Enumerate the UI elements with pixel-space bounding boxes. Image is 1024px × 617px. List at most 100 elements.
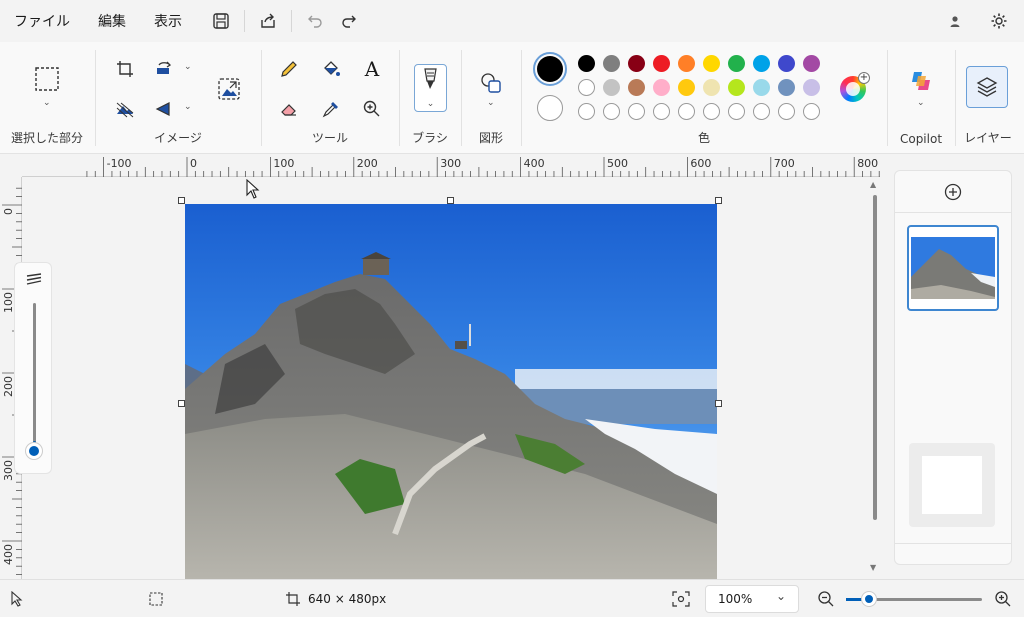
resize-image-icon[interactable] xyxy=(214,74,244,104)
flip-icon[interactable] xyxy=(150,94,180,124)
shapes-group: ⌄ 図形 xyxy=(462,42,520,154)
brush-size-slider[interactable] xyxy=(14,262,52,474)
color-swatch[interactable] xyxy=(728,55,745,72)
share-icon[interactable] xyxy=(251,4,285,38)
resize-handle-top-right[interactable] xyxy=(715,197,722,204)
copilot-icon[interactable] xyxy=(906,66,936,96)
crop-icon[interactable] xyxy=(110,54,140,84)
layers-icon xyxy=(976,77,998,97)
primary-color-swatch xyxy=(537,56,563,82)
rotate-icon[interactable] xyxy=(150,54,180,84)
color-swatch[interactable] xyxy=(603,79,620,96)
color-swatch[interactable] xyxy=(753,55,770,72)
color-swatch[interactable] xyxy=(578,55,595,72)
zoom-out-icon[interactable] xyxy=(817,590,835,611)
scroll-up-icon[interactable]: ▲ xyxy=(870,180,876,189)
eraser-icon[interactable] xyxy=(274,94,304,124)
resize-handle-top[interactable] xyxy=(447,197,454,204)
chevron-down-icon: ⌄ xyxy=(426,99,435,109)
chevron-down-icon[interactable]: ⌄ xyxy=(184,102,192,112)
color-swatch[interactable] xyxy=(678,79,695,96)
copilot-group: ⌄ Copilot xyxy=(888,42,954,154)
custom-color-slot[interactable] xyxy=(703,103,720,120)
magnifier-icon[interactable] xyxy=(357,94,387,124)
custom-color-slot[interactable] xyxy=(728,103,745,120)
ruler-label: 100 xyxy=(273,157,294,170)
color-swatch[interactable] xyxy=(678,55,695,72)
ruler-label: 300 xyxy=(440,157,461,170)
layer-thumbnail-photo[interactable] xyxy=(907,225,999,311)
color-picker-icon[interactable] xyxy=(316,94,346,124)
canvas-area[interactable] xyxy=(22,177,870,579)
chevron-down-icon[interactable]: ⌄ xyxy=(184,62,192,72)
pencil-icon[interactable] xyxy=(274,54,304,84)
custom-color-slot[interactable] xyxy=(653,103,670,120)
color-swatch[interactable] xyxy=(728,79,745,96)
custom-color-slot[interactable] xyxy=(578,103,595,120)
color-swatch[interactable] xyxy=(628,55,645,72)
menu-file[interactable]: ファイル xyxy=(0,0,84,42)
shapes-group-label: 図形 xyxy=(478,131,503,145)
fit-to-window-icon[interactable] xyxy=(672,591,690,610)
color-swatch[interactable] xyxy=(778,55,795,72)
custom-color-slot[interactable] xyxy=(753,103,770,120)
canvas-image[interactable] xyxy=(185,204,717,579)
resize-handle-right[interactable] xyxy=(715,400,722,407)
color-swatch[interactable] xyxy=(628,79,645,96)
custom-color-slot[interactable] xyxy=(778,103,795,120)
color-swatch[interactable] xyxy=(703,79,720,96)
chevron-down-icon[interactable]: ⌄ xyxy=(43,98,51,108)
color-swatch[interactable] xyxy=(803,55,820,72)
fill-bucket-icon[interactable] xyxy=(316,54,346,84)
resize-handle-left[interactable] xyxy=(178,400,185,407)
account-icon[interactable] xyxy=(938,4,972,38)
custom-color-slot[interactable] xyxy=(628,103,645,120)
add-layer-button[interactable] xyxy=(895,171,1011,213)
ruler-label: 400 xyxy=(524,157,545,170)
color-swatch[interactable] xyxy=(653,79,670,96)
custom-color-slot[interactable] xyxy=(603,103,620,120)
color-swatch[interactable] xyxy=(603,55,620,72)
primary-color-button[interactable] xyxy=(533,52,567,86)
edit-colors-icon[interactable]: + xyxy=(840,72,870,102)
undo-icon[interactable] xyxy=(298,4,332,38)
brush-group: ⌄ ブラシ xyxy=(400,42,460,154)
brush-icon xyxy=(424,68,437,89)
layers-group: レイヤー xyxy=(956,42,1020,154)
chevron-down-icon[interactable]: ⌄ xyxy=(487,98,495,108)
zoom-slider-thumb[interactable] xyxy=(862,592,876,606)
secondary-color-button[interactable] xyxy=(537,95,563,121)
remove-background-icon[interactable] xyxy=(110,94,140,124)
scroll-down-icon[interactable]: ▼ xyxy=(870,563,876,572)
custom-color-slot[interactable] xyxy=(803,103,820,120)
tools-group-label: ツール xyxy=(311,131,348,145)
rectangle-select-icon[interactable] xyxy=(32,64,62,94)
vertical-scrollbar[interactable]: ▲ ▼ xyxy=(870,177,880,579)
resize-handle-top-left[interactable] xyxy=(178,197,185,204)
zoom-level-select[interactable]: 100% ⌄ xyxy=(705,585,799,613)
menu-view[interactable]: 表示 xyxy=(140,0,196,42)
mountain-photo xyxy=(185,204,717,579)
text-tool-icon[interactable]: A xyxy=(357,54,387,84)
color-swatch[interactable] xyxy=(803,79,820,96)
color-swatch[interactable] xyxy=(753,79,770,96)
mouse-cursor-icon xyxy=(246,178,260,202)
chevron-down-icon[interactable]: ⌄ xyxy=(917,98,925,108)
color-swatch[interactable] xyxy=(653,55,670,72)
settings-gear-icon[interactable] xyxy=(982,4,1016,38)
zoom-in-icon[interactable] xyxy=(994,590,1012,611)
redo-icon[interactable] xyxy=(332,4,366,38)
layers-button[interactable] xyxy=(966,66,1008,108)
color-swatch[interactable] xyxy=(778,79,795,96)
brush-button[interactable]: ⌄ xyxy=(414,64,447,112)
layer-thumbnail-background[interactable] xyxy=(909,443,995,527)
color-swatch[interactable] xyxy=(578,79,595,96)
scroll-thumb[interactable] xyxy=(873,195,877,520)
save-icon[interactable] xyxy=(204,4,238,38)
menu-edit[interactable]: 編集 xyxy=(84,0,140,42)
zoom-slider[interactable] xyxy=(846,592,982,606)
slider-thumb[interactable] xyxy=(26,443,42,459)
shapes-icon[interactable] xyxy=(476,68,506,98)
custom-color-slot[interactable] xyxy=(678,103,695,120)
color-swatch[interactable] xyxy=(703,55,720,72)
